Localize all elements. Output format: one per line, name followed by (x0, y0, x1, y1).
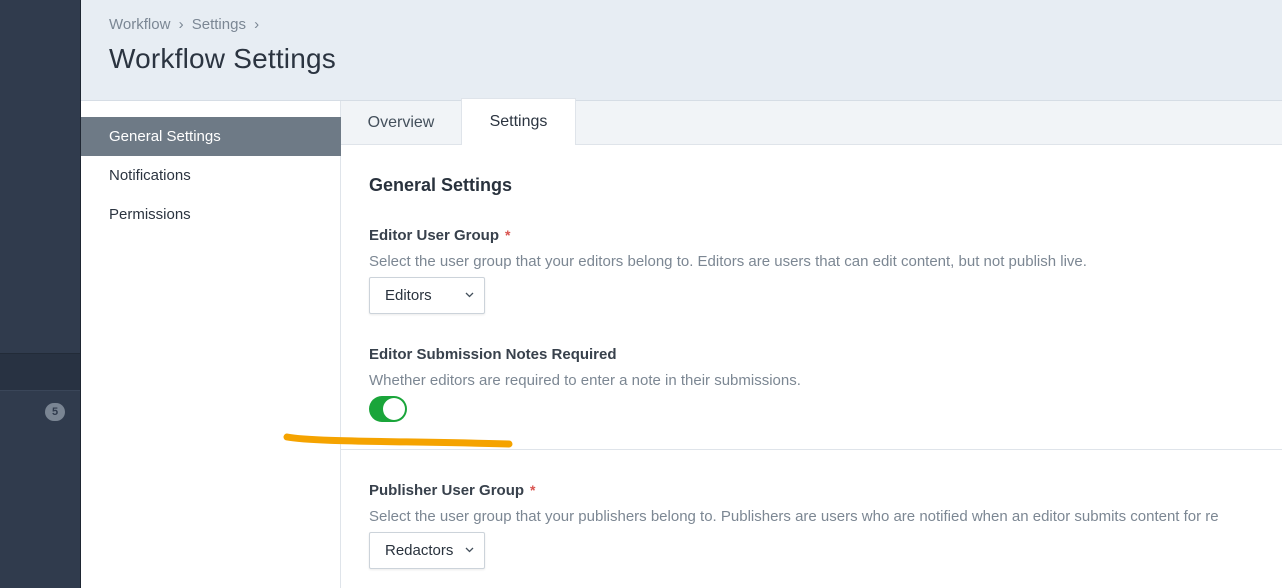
editor-group-select-value: Editors (385, 287, 432, 304)
tab-overview[interactable]: Overview (341, 101, 461, 145)
tab-settings[interactable]: Settings (461, 98, 576, 146)
editor-group-label-text: Editor User Group (369, 227, 500, 244)
chevron-down-icon (465, 533, 474, 583)
breadcrumb-settings[interactable]: Settings (192, 16, 246, 33)
notes-required-description: Whether editors are required to enter a … (369, 372, 801, 389)
page-header: Workflow › Settings › Workflow Settings (81, 0, 1282, 101)
page-title: Workflow Settings (109, 43, 336, 74)
cms-global-sidebar: 5 (0, 0, 81, 588)
publisher-group-label-text: Publisher User Group (369, 482, 525, 499)
publisher-group-description: Select the user group that your publishe… (369, 508, 1219, 525)
settings-submenu: General Settings Notifications Permissio… (81, 101, 341, 588)
section-title: General Settings (369, 175, 513, 195)
notes-required-toggle[interactable] (369, 396, 407, 422)
publisher-group-select-value: Redactors (385, 542, 454, 559)
submenu-item-notifications[interactable]: Notifications (81, 156, 341, 195)
sidebar-selected-band[interactable] (0, 353, 81, 391)
highlight-annotation-stroke (283, 433, 513, 448)
breadcrumb-workflow[interactable]: Workflow (109, 16, 170, 33)
breadcrumb-separator: › (178, 16, 184, 33)
publisher-group-select[interactable]: Redactors (369, 532, 485, 569)
notification-count-badge[interactable]: 5 (45, 403, 65, 421)
breadcrumb-separator: › (254, 16, 260, 33)
submenu-item-general-settings[interactable]: General Settings (81, 117, 341, 156)
breadcrumb: Workflow › Settings › (109, 16, 263, 33)
required-marker: * (530, 482, 536, 498)
toggle-knob (383, 398, 405, 420)
editor-group-select[interactable]: Editors (369, 277, 485, 314)
notes-required-label: Editor Submission Notes Required (369, 346, 617, 363)
submenu-item-permissions[interactable]: Permissions (81, 195, 341, 234)
editor-group-description: Select the user group that your editors … (369, 253, 1087, 270)
publisher-group-label: Publisher User Group * (369, 482, 536, 499)
chevron-down-icon (465, 278, 474, 328)
required-marker: * (505, 227, 511, 243)
settings-content: General Settings Editor User Group * Sele… (341, 145, 1282, 588)
editor-group-label: Editor User Group * (369, 227, 510, 244)
tab-bar: Overview Settings (341, 98, 1282, 146)
